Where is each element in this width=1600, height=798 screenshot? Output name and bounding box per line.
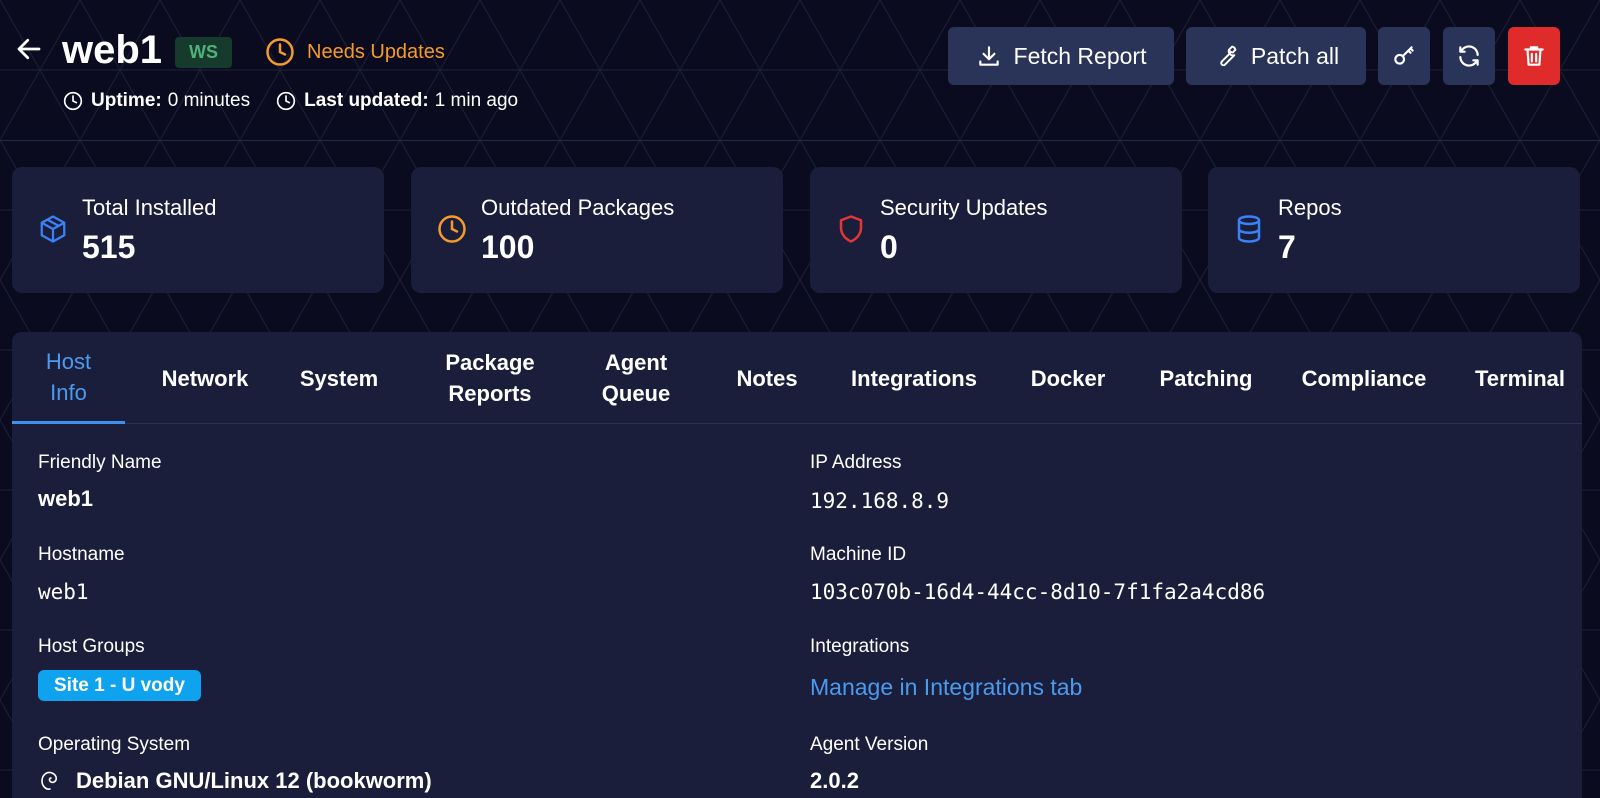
back-button[interactable] [14, 34, 44, 64]
tab-bar: Host Info Network System Package Reports… [12, 332, 1582, 424]
tab-agent-queue[interactable]: Agent Queue [576, 332, 696, 424]
uptime-label: Uptime: [91, 90, 162, 111]
tab-notes[interactable]: Notes [712, 332, 822, 424]
agent-version-value: 2.0.2 [810, 768, 859, 793]
key-icon [1394, 46, 1414, 65]
host-meta: Uptime: 0 minutes Last updated: 1 min ag… [63, 90, 544, 112]
host-type-badge: WS [175, 37, 232, 68]
os-row: Debian GNU/Linux 12 (bookworm) [38, 768, 432, 794]
fetch-report-label: Fetch Report [1013, 42, 1147, 69]
stat-label: Outdated Packages [481, 195, 675, 220]
host-details-panel: Host Info Network System Package Reports… [12, 332, 1582, 798]
clock-icon [266, 38, 294, 66]
tab-terminal[interactable]: Terminal [1458, 332, 1582, 424]
page-header: web1 WS Needs Updates Uptime: 0 minutes … [0, 0, 1600, 140]
os-value: Debian GNU/Linux 12 (bookworm) [76, 768, 432, 793]
hostname-label: Hostname [38, 544, 125, 565]
patch-all-label: Patch all [1250, 42, 1340, 69]
database-icon [1237, 215, 1261, 243]
machine-id-value: 103c070b-16d4-44cc-8d10-7f1fa2a4cd86 [810, 580, 1266, 604]
stat-value: 0 [880, 229, 898, 265]
delete-button[interactable] [1508, 27, 1560, 85]
clock-icon [63, 91, 83, 111]
stat-value: 7 [1278, 229, 1296, 265]
patch-all-button[interactable]: Patch all [1186, 27, 1366, 85]
wrench-icon [1220, 45, 1237, 67]
uptime: Uptime: 0 minutes [63, 90, 250, 112]
fetch-report-button[interactable]: Fetch Report [948, 27, 1174, 85]
hostname-value: web1 [38, 580, 89, 604]
host-groups-label: Host Groups [38, 636, 145, 657]
trash-icon [1524, 46, 1544, 66]
stat-label: Security Updates [880, 195, 1048, 220]
host-group-chip[interactable]: Site 1 - U vody [38, 670, 201, 701]
clock-icon [276, 91, 296, 111]
tab-integrations[interactable]: Integrations [834, 332, 994, 424]
tab-docker[interactable]: Docker [1008, 332, 1128, 424]
manage-integrations-link[interactable]: Manage in Integrations tab [810, 674, 1082, 701]
tab-patching[interactable]: Patching [1136, 332, 1276, 424]
ip-address-label: IP Address [810, 452, 902, 473]
tab-network[interactable]: Network [140, 332, 270, 424]
tab-system[interactable]: System [274, 332, 404, 424]
friendly-name-value: web1 [38, 486, 94, 511]
arrow-left-icon [17, 38, 41, 60]
refresh-icon [1459, 45, 1479, 67]
refresh-button[interactable] [1443, 27, 1495, 85]
credentials-button[interactable] [1378, 27, 1430, 85]
shield-icon [839, 215, 863, 243]
stat-value: 100 [481, 229, 535, 265]
machine-id-label: Machine ID [810, 544, 907, 565]
download-icon [978, 46, 999, 66]
stat-outdated-packages[interactable]: Outdated Packages 100 [411, 167, 783, 293]
tab-host-info[interactable]: Host Info [12, 332, 125, 424]
box-icon [40, 215, 66, 243]
os-label: Operating System [38, 734, 191, 755]
tab-compliance[interactable]: Compliance [1284, 332, 1444, 424]
stat-total-installed[interactable]: Total Installed 515 [12, 167, 384, 293]
status-indicator: Needs Updates [265, 37, 445, 67]
status-text: Needs Updates [307, 40, 445, 63]
debian-icon [41, 771, 58, 790]
clock-icon [438, 215, 466, 243]
tab-package-reports[interactable]: Package Reports [422, 332, 558, 424]
stat-label: Total Installed [82, 195, 217, 220]
integrations-label: Integrations [810, 636, 910, 657]
stat-repos[interactable]: Repos 7 [1208, 167, 1580, 293]
page-title: web1 [62, 28, 163, 72]
last-updated-value: 1 min ago [434, 90, 519, 111]
uptime-value: 0 minutes [167, 90, 251, 111]
stat-value: 515 [82, 229, 136, 265]
stat-label: Repos [1278, 195, 1342, 220]
last-updated: Last updated: 1 min ago [276, 90, 518, 112]
stat-security-updates[interactable]: Security Updates 0 [810, 167, 1182, 293]
friendly-name-label: Friendly Name [38, 452, 162, 473]
agent-version-label: Agent Version [810, 734, 929, 755]
last-updated-label: Last updated: [304, 90, 429, 111]
ip-address-value: 192.168.8.9 [810, 489, 950, 513]
header-divider [0, 140, 1600, 141]
